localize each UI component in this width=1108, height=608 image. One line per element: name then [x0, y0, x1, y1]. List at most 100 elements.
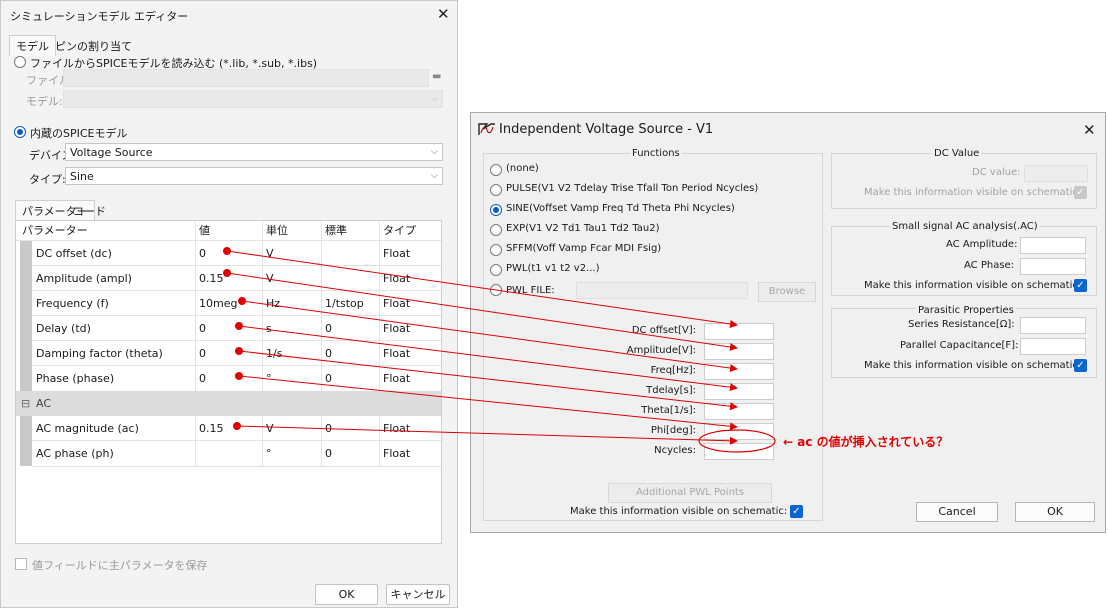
- table-row[interactable]: Delay (td) 0 s 0 Float: [16, 316, 441, 341]
- param-value[interactable]: 0: [199, 341, 206, 366]
- function-label: EXP(V1 V2 Td1 Tau1 Td2 Tau2): [506, 223, 660, 234]
- functions-group: Functions (none) PULSE(V1 V2 Tdelay Tris…: [483, 148, 823, 521]
- folder-icon[interactable]: ▬: [432, 71, 441, 82]
- table-row[interactable]: Amplitude (ampl) 0.15 V Float: [16, 266, 441, 291]
- ncycles-label: Ncycles:: [654, 445, 696, 456]
- function-radio-none[interactable]: [490, 164, 502, 176]
- browse-button[interactable]: Browse: [758, 282, 816, 302]
- make-visible-checkbox[interactable]: ✓: [790, 505, 803, 518]
- table-row[interactable]: DC offset (dc) 0 V Float: [16, 241, 441, 266]
- param-standard: 0: [325, 422, 332, 435]
- function-radio-pulse[interactable]: [490, 184, 502, 196]
- save-primary-params-checkbox[interactable]: [15, 558, 27, 570]
- model-select[interactable]: [63, 90, 443, 108]
- chevron-down-icon: ⌵: [431, 171, 438, 181]
- series-resistance-label: Series Resistance[Ω]:: [908, 319, 1015, 330]
- param-value[interactable]: 0: [199, 241, 206, 266]
- param-type: Float: [383, 272, 411, 285]
- function-radio-pwl[interactable]: [490, 264, 502, 276]
- function-label: SFFM(Voff Vamp Fcar MDI Fsig): [506, 243, 662, 254]
- ac-phase-input[interactable]: [1020, 258, 1086, 275]
- function-label: PWL(t1 v1 t2 v2...): [506, 263, 600, 274]
- param-value[interactable]: 0: [199, 316, 206, 341]
- param-value[interactable]: 0.15: [199, 266, 224, 291]
- functions-title: Functions: [630, 148, 682, 159]
- ltspice-probe-icon: [478, 123, 495, 135]
- collapse-icon[interactable]: ⊟: [21, 391, 30, 416]
- param-value[interactable]: 0.15: [199, 416, 224, 441]
- function-radio-sine[interactable]: [490, 204, 502, 216]
- phi-input[interactable]: [704, 423, 774, 440]
- parallel-capacitance-input[interactable]: [1020, 338, 1086, 355]
- theta-input[interactable]: [704, 403, 774, 420]
- tdelay-label: Tdelay[s]:: [646, 385, 696, 396]
- close-icon[interactable]: ✕: [437, 5, 450, 23]
- param-name: Amplitude (ampl): [36, 272, 132, 285]
- table-row[interactable]: Phase (phase) 0 ° 0 Float: [16, 366, 441, 391]
- load-from-file-radio[interactable]: [14, 56, 26, 68]
- row-divider: [32, 466, 441, 467]
- cancel-button[interactable]: キャンセル: [386, 584, 450, 605]
- dc-offset-input[interactable]: [704, 323, 774, 340]
- amplitude-input[interactable]: [704, 343, 774, 360]
- param-standard: 0: [325, 372, 332, 385]
- column-header-parameter[interactable]: パラメーター: [22, 218, 88, 243]
- table-row[interactable]: Frequency (f) 10meg Hz 1/tstop Float: [16, 291, 441, 316]
- param-name: DC offset (dc): [36, 247, 112, 260]
- ac-make-visible-checkbox[interactable]: ✓: [1074, 279, 1087, 292]
- pwl-file-field[interactable]: [576, 282, 748, 299]
- tdelay-input[interactable]: [704, 383, 774, 400]
- param-value[interactable]: 0: [199, 366, 206, 391]
- ac-phase-label: AC Phase:: [964, 260, 1015, 271]
- close-icon[interactable]: ✕: [1083, 121, 1096, 139]
- ok-button[interactable]: OK: [315, 584, 378, 605]
- file-path-field[interactable]: [63, 69, 429, 87]
- column-header-value[interactable]: 値: [199, 218, 210, 243]
- function-label: PULSE(V1 V2 Tdelay Trise Tfall Ton Perio…: [506, 183, 759, 194]
- ac-amplitude-input[interactable]: [1020, 237, 1086, 254]
- type-label: タイプ:: [29, 173, 66, 186]
- dc-value-input[interactable]: [1024, 165, 1088, 182]
- tab-pin-assignment[interactable]: ピンの割り当て: [49, 36, 138, 56]
- function-radio-sffm[interactable]: [490, 244, 502, 256]
- column-header-type[interactable]: タイプ: [383, 218, 416, 243]
- device-select[interactable]: Voltage Source: [65, 143, 443, 161]
- function-label: PWL FILE:: [506, 285, 555, 296]
- builtin-model-radio[interactable]: [14, 126, 26, 138]
- column-header-standard[interactable]: 標準: [325, 218, 347, 243]
- function-radio-pwl-file[interactable]: [490, 284, 502, 296]
- series-resistance-input[interactable]: [1020, 317, 1086, 334]
- param-standard: 1/tstop: [325, 297, 364, 310]
- ac-group-row[interactable]: ⊟ AC: [16, 391, 441, 416]
- dialog-title: シミュレーションモデル エディター: [10, 10, 189, 23]
- param-name: Damping factor (theta): [36, 347, 163, 360]
- table-row[interactable]: Damping factor (theta) 0 1/s 0 Float: [16, 341, 441, 366]
- param-type: Float: [383, 372, 411, 385]
- ncycles-input[interactable]: [704, 443, 774, 460]
- param-value[interactable]: 10meg: [199, 291, 237, 316]
- independent-voltage-source-dialog: Independent Voltage Source - V1 ✕ Functi…: [470, 112, 1106, 533]
- table-row[interactable]: AC phase (ph) ° 0 Float: [16, 441, 441, 466]
- param-name: Phase (phase): [36, 372, 115, 385]
- column-header-unit[interactable]: 単位: [266, 218, 288, 243]
- table-row[interactable]: AC magnitude (ac) 0.15 V 0 Float: [16, 416, 441, 441]
- make-visible-label: Make this information visible on schemat…: [570, 506, 788, 517]
- annotation-text: ← ac の値が挿入されている？: [783, 435, 949, 449]
- freq-input[interactable]: [704, 363, 774, 380]
- parasitic-make-visible-checkbox[interactable]: ✓: [1074, 359, 1087, 372]
- param-unit: V: [266, 272, 274, 285]
- cancel-button[interactable]: Cancel: [916, 502, 998, 522]
- additional-pwl-points-button[interactable]: Additional PWL Points: [608, 483, 772, 503]
- type-select[interactable]: Sine: [65, 167, 443, 185]
- param-type: Float: [383, 422, 411, 435]
- dc-make-visible-checkbox[interactable]: ✓: [1074, 186, 1087, 199]
- param-standard: 0: [325, 447, 332, 460]
- dc-value-group: DC Value DC value: Make this information…: [831, 148, 1097, 209]
- chevron-down-icon: ⌵: [431, 147, 438, 157]
- param-name: Frequency (f): [36, 297, 109, 310]
- param-unit: °: [266, 447, 272, 460]
- ac-group-label: AC: [36, 397, 52, 410]
- ok-button[interactable]: OK: [1015, 502, 1095, 522]
- simulation-model-editor-dialog: シミュレーションモデル エディター ✕ モデル ピンの割り当て ファイルからSP…: [0, 0, 458, 608]
- function-radio-exp[interactable]: [490, 224, 502, 236]
